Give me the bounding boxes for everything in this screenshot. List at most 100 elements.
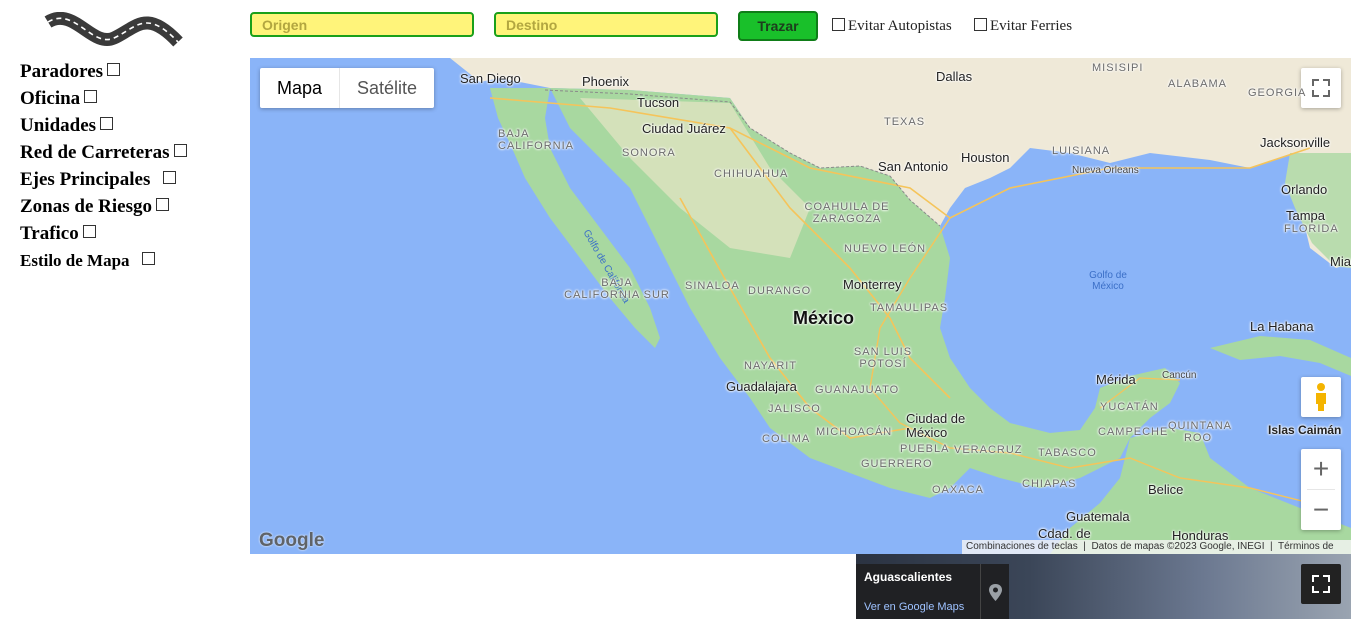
street-view-title: Aguascalientes <box>864 570 953 584</box>
sidebar-item-label: Paradores <box>20 61 104 82</box>
minus-icon: − <box>1312 494 1330 525</box>
map-label-georgia: GEORGIA <box>1248 87 1307 99</box>
map-label-quintana-roo: QUINTANA ROO <box>1168 420 1233 444</box>
sidebar-item-red-carreteras[interactable]: Red de Carreteras <box>20 141 240 168</box>
avoid-highways-label: Evitar Autopistas <box>848 18 952 34</box>
map-canvas[interactable]: Mapa Satélite + − San Diego Phoenix Tucs… <box>250 58 1351 554</box>
estilo-mapa-checkbox[interactable] <box>141 252 155 265</box>
ejes-principales-checkbox[interactable] <box>163 171 177 184</box>
sidebar-item-estilo-mapa[interactable]: Estilo de Mapa <box>20 249 240 276</box>
map-label-phoenix: Phoenix <box>582 74 629 89</box>
sidebar-item-label: Ejes Principales <box>20 169 151 190</box>
view-in-google-maps-link[interactable]: Ver en Google Maps <box>864 601 964 613</box>
pegman-icon <box>1316 383 1326 411</box>
avoid-ferries-checkbox[interactable] <box>974 18 987 31</box>
map-label-alabama: ALABAMA <box>1168 78 1227 90</box>
road-logo-icon <box>44 12 183 47</box>
avoid-ferries-option[interactable]: Evitar Ferries <box>974 18 1072 35</box>
map-label-texas: TEXAS <box>884 116 926 128</box>
map-label-yucatan: YUCATÁN <box>1100 401 1159 413</box>
map-label-guadalajara: Guadalajara <box>726 379 797 394</box>
map-label-nueva-orleans: Nueva Orleans <box>1072 165 1139 176</box>
map-label-tabasco: TABASCO <box>1038 447 1097 459</box>
map-label-guatemala: Guatemala <box>1066 509 1130 524</box>
zoom-control: + − <box>1301 449 1341 530</box>
zoom-in-button[interactable]: + <box>1301 449 1341 489</box>
zoom-out-button[interactable]: − <box>1301 490 1341 530</box>
paradores-checkbox[interactable] <box>107 63 121 76</box>
trafico-checkbox[interactable] <box>82 225 96 238</box>
map-label-baja-california: BAJA CALIFORNIA <box>498 128 575 152</box>
avoid-highways-option[interactable]: Evitar Autopistas <box>832 18 952 35</box>
map-label-ciudad-de-mexico: Ciudad de México <box>906 411 966 440</box>
sidebar-item-label: Estilo de Mapa <box>20 251 130 270</box>
map-label-tamaulipas: TAMAULIPAS <box>870 302 949 314</box>
sidebar-item-label: Zonas de Riesgo <box>20 196 152 217</box>
location-pin-button[interactable] <box>980 564 1010 619</box>
sidebar-item-unidades[interactable]: Unidades <box>20 114 240 141</box>
layer-sidebar: Paradores Oficina Unidades Red de Carret… <box>20 60 240 276</box>
map-label-campeche: CAMPECHE <box>1098 426 1169 438</box>
map-label-orlando: Orlando <box>1281 182 1328 197</box>
map-label-san-luis: SAN LUIS POTOSÍ <box>853 346 913 370</box>
map-attribution: Combinaciones de teclas | Datos de mapas… <box>962 540 1351 554</box>
map-label-tampa: Tampa <box>1286 208 1326 223</box>
map-label-misisipi: MISISIPI <box>1092 62 1144 74</box>
map-label-jalisco: JALISCO <box>768 403 821 415</box>
sidebar-item-paradores[interactable]: Paradores <box>20 60 240 87</box>
sidebar-item-trafico[interactable]: Trafico <box>20 222 240 249</box>
fullscreen-icon <box>1312 575 1330 593</box>
street-view-fullscreen-button[interactable] <box>1301 564 1341 604</box>
map-label-nayarit: NAYARIT <box>744 360 798 372</box>
map-label-veracruz: VERACRUZ <box>954 444 1023 456</box>
origin-input[interactable] <box>250 12 474 37</box>
street-view-pegman-button[interactable] <box>1301 377 1341 417</box>
plus-icon: + <box>1312 453 1330 484</box>
map-label-oaxaca: OAXACA <box>932 484 984 496</box>
map-label-durango: DURANGO <box>748 285 812 297</box>
map-label-la-habana: La Habana <box>1250 319 1314 334</box>
sidebar-item-label: Unidades <box>20 115 97 136</box>
keyboard-shortcuts-link[interactable]: Combinaciones de teclas <box>966 541 1078 552</box>
google-logo: Google <box>259 530 324 552</box>
avoid-highways-checkbox[interactable] <box>832 18 845 31</box>
map-label-belice: Belice <box>1148 482 1184 497</box>
map-label-florida: FLORIDA <box>1284 223 1339 235</box>
fullscreen-button[interactable] <box>1301 68 1341 108</box>
map-label-san-antonio: San Antonio <box>878 159 949 174</box>
trace-route-button[interactable]: Trazar <box>738 11 818 41</box>
street-view-panel[interactable]: Aguascalientes Ver en Google Maps <box>856 554 1351 619</box>
fullscreen-icon <box>1312 79 1330 97</box>
map-label-tucson: Tucson <box>637 95 680 110</box>
map-label-michoacan: MICHOACÁN <box>816 426 893 438</box>
destination-input[interactable] <box>494 12 718 37</box>
map-data-text: Datos de mapas ©2023 Google, INEGI <box>1091 541 1265 552</box>
map-label-coahuila: COAHUILA DE ZARAGOZA <box>804 201 890 225</box>
map-label-sonora: SONORA <box>622 147 676 159</box>
oficina-checkbox[interactable] <box>84 90 98 103</box>
map-label-guanajuato: GUANAJUATO <box>815 384 900 396</box>
google-logo-text: Google <box>259 530 325 551</box>
sidebar-item-oficina[interactable]: Oficina <box>20 87 240 114</box>
map-label-cdad-de: Cdad. de <box>1038 526 1091 541</box>
map-label-chiapas: CHIAPAS <box>1022 478 1077 490</box>
zonas-riesgo-checkbox[interactable] <box>155 198 169 211</box>
map-label-sinaloa: SINALOA <box>685 280 740 292</box>
map-type-map-button[interactable]: Mapa <box>260 68 339 108</box>
sidebar-item-label: Trafico <box>20 223 79 244</box>
map-label-colima: COLIMA <box>762 433 811 445</box>
map-label-puebla: PUEBLA <box>900 443 950 455</box>
red-carreteras-checkbox[interactable] <box>173 144 187 157</box>
sidebar-item-label: Oficina <box>20 88 81 109</box>
map-label-guerrero: GUERRERO <box>861 458 933 470</box>
map-type-satellite-button[interactable]: Satélite <box>339 68 434 108</box>
map-label-ciudad-juarez: Ciudad Juárez <box>642 121 726 136</box>
map-label-miami: Miami <box>1330 254 1351 269</box>
unidades-checkbox[interactable] <box>100 117 114 130</box>
sidebar-item-ejes-principales[interactable]: Ejes Principales <box>20 168 240 195</box>
map-label-mexico: México <box>793 308 855 328</box>
sidebar-item-zonas-riesgo[interactable]: Zonas de Riesgo <box>20 195 240 222</box>
map-label-nuevo-leon: NUEVO LEÓN <box>844 243 927 255</box>
map-label-merida: Mérida <box>1096 372 1136 387</box>
avoid-ferries-label: Evitar Ferries <box>990 18 1073 34</box>
